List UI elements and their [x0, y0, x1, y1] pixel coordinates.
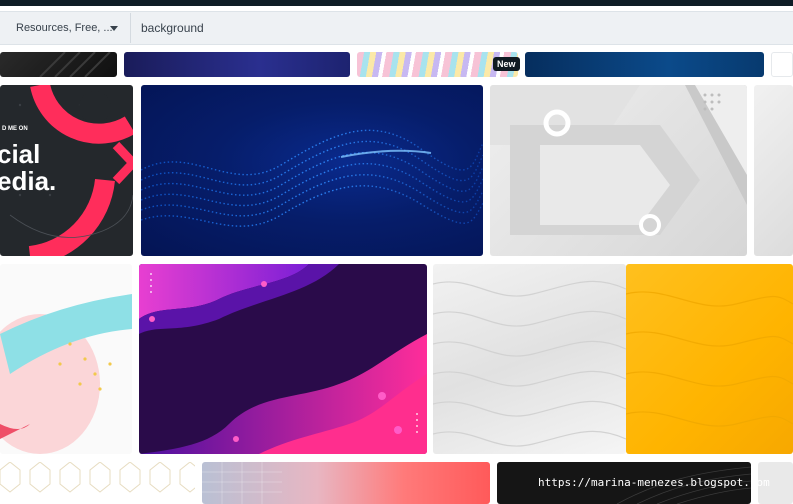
top-nav-bar — [0, 0, 793, 6]
image-tile-white-marble[interactable] — [433, 264, 626, 454]
image-tile-purple-pink-waves[interactable] — [139, 264, 427, 454]
image-tile-blue-gradient[interactable] — [525, 52, 764, 77]
image-tile-coral-gradient[interactable] — [202, 462, 490, 504]
new-badge: New — [493, 57, 520, 71]
image-tile-light-edge[interactable] — [754, 85, 793, 256]
filter-label: Resources, Free, ... — [16, 22, 113, 34]
search-input[interactable]: background — [141, 21, 204, 35]
tile-text-line3: edia. — [0, 166, 56, 196]
image-tile-hexagon-pattern[interactable] — [0, 462, 195, 504]
image-tile-blue-particle-wave[interactable] — [141, 85, 483, 256]
image-tile-social-media[interactable]: D ME ON cial edia. — [0, 85, 133, 256]
tile-text-line1: D ME ON — [2, 126, 28, 132]
resource-filter-dropdown[interactable]: Resources, Free, ... — [3, 13, 131, 43]
image-tile-pastel-brush[interactable] — [0, 264, 132, 454]
chevron-down-icon — [110, 26, 118, 31]
image-tile-grey-geometric[interactable] — [490, 85, 747, 256]
image-tile-yellow-swirl[interactable] — [626, 264, 793, 454]
search-bar: Resources, Free, ... background — [0, 11, 793, 45]
watermark-text: https://marina-menezes.blogspot.com — [538, 476, 770, 489]
image-tile-dark-diagonal[interactable] — [0, 52, 117, 77]
image-tile-navy-gradient[interactable] — [124, 52, 350, 77]
tile-text-line2: cial — [0, 139, 40, 169]
image-tile-white-edge[interactable] — [771, 52, 793, 77]
